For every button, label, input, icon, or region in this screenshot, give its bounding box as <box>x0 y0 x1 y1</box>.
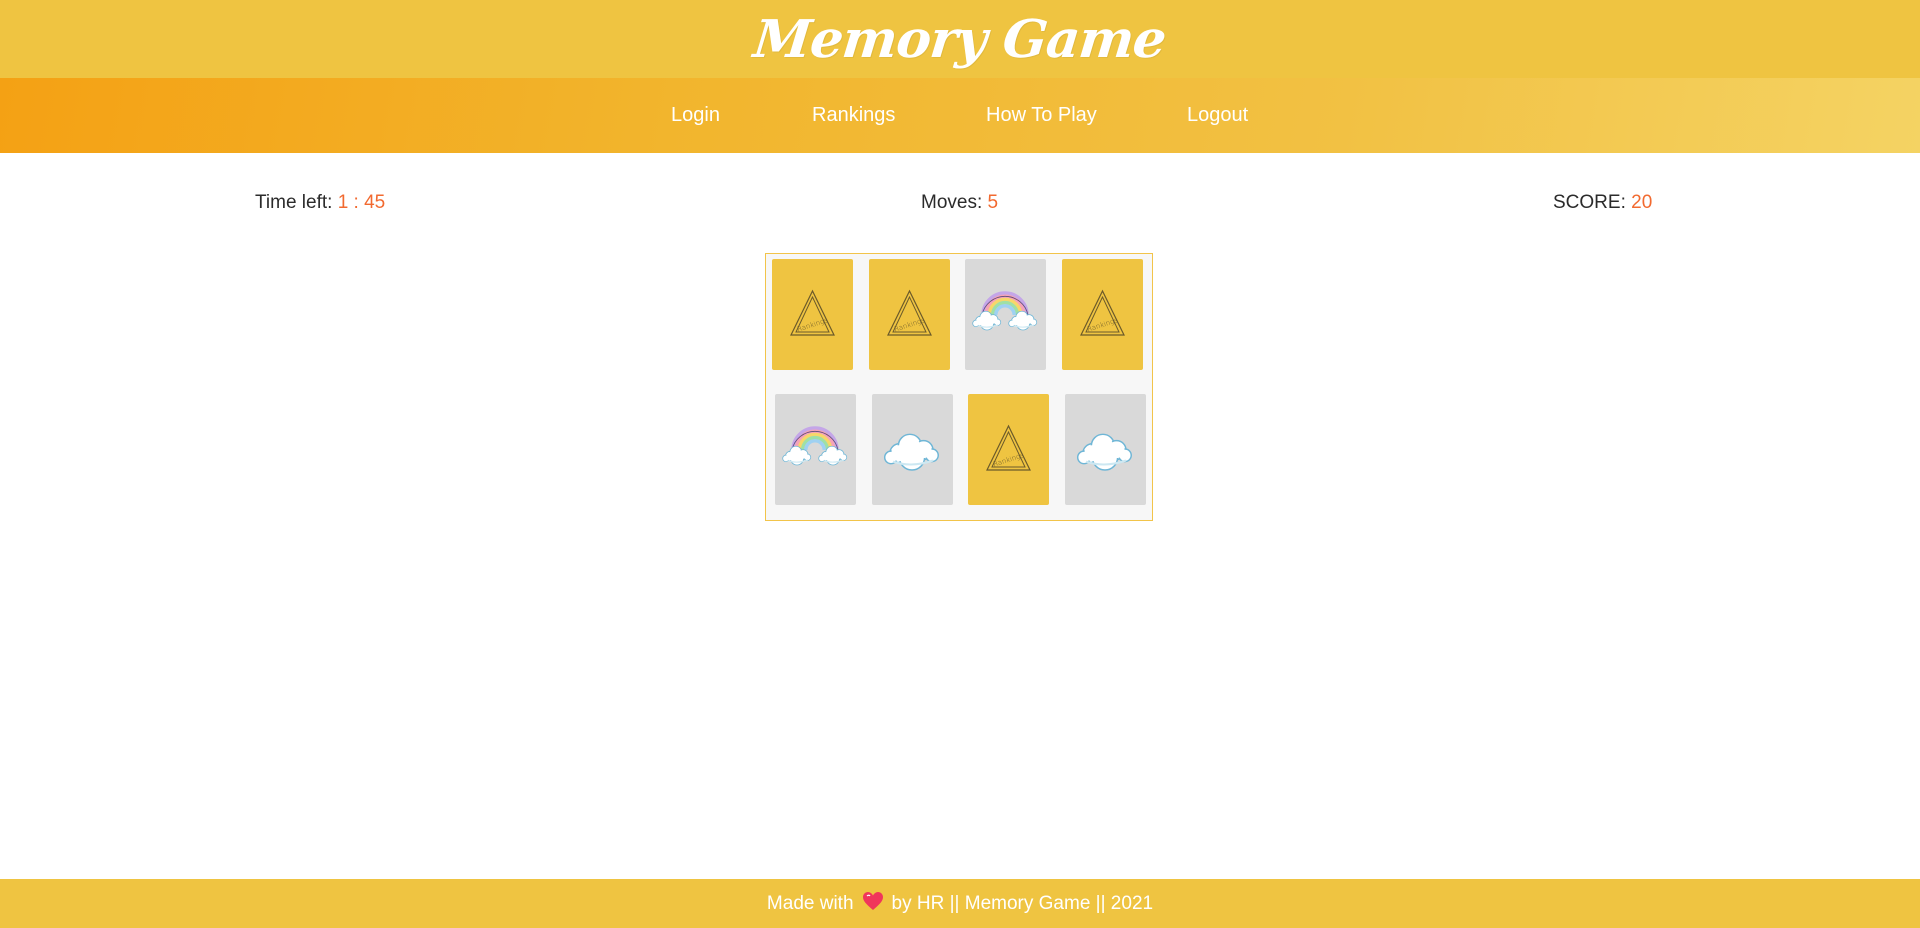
memory-card[interactable] <box>872 394 953 505</box>
card-back-text: Rankings <box>1086 316 1119 334</box>
card-back-icon: Rankings <box>1080 289 1125 336</box>
card-back-icon: Rankings <box>887 289 932 336</box>
nav-bar: Login Rankings How To Play Logout <box>0 78 1920 153</box>
footer-credits: by HR || Memory Game || 2021 <box>891 892 1154 914</box>
card-back-text: Rankings <box>893 316 926 334</box>
card-back-icon: Rankings <box>986 424 1031 471</box>
card-back-text: Rankings <box>796 316 829 334</box>
card-back-text: Rankings <box>992 451 1025 469</box>
nav-login-link[interactable]: Login <box>671 104 720 127</box>
time-left-label: Time left: <box>255 192 333 213</box>
memory-card[interactable] <box>775 394 856 505</box>
heart-icon <box>862 891 884 917</box>
time-left-value: 1 : 45 <box>337 192 386 213</box>
score-value: 20 <box>1631 192 1653 213</box>
app-title: Memory Game <box>751 8 1169 70</box>
card-back-icon: Rankings <box>790 289 835 336</box>
memory-card[interactable]: Rankings <box>772 259 853 370</box>
score-stat: SCORE: 20 <box>1553 192 1652 214</box>
memory-card[interactable]: Rankings <box>1062 259 1143 370</box>
memory-card[interactable] <box>965 259 1046 370</box>
rainbow-icon <box>782 426 848 466</box>
cloud-icon <box>1076 433 1132 471</box>
rainbow-icon <box>972 291 1038 331</box>
footer: Made with by HR || Memory Game || 2021 <box>0 879 1920 928</box>
moves-label: Moves: <box>921 192 983 213</box>
nav-how-to-play-link[interactable]: How To Play <box>986 104 1097 127</box>
cloud-icon <box>883 433 939 471</box>
title-bar: Memory Game <box>0 0 1920 78</box>
memory-card[interactable]: Rankings <box>869 259 950 370</box>
nav-logout-link[interactable]: Logout <box>1187 104 1248 127</box>
footer-made-with: Made with <box>766 892 854 914</box>
memory-card[interactable] <box>1065 394 1146 505</box>
moves-value: 5 <box>987 192 999 213</box>
nav-rankings-link[interactable]: Rankings <box>812 104 895 127</box>
memory-card[interactable]: Rankings <box>968 394 1049 505</box>
score-label: SCORE: <box>1553 192 1626 213</box>
moves-stat: Moves: 5 <box>921 192 998 214</box>
time-left-stat: Time left: 1 : 45 <box>255 192 385 214</box>
game-board: Rankings Rankings Rankings Rankings <box>765 253 1153 521</box>
